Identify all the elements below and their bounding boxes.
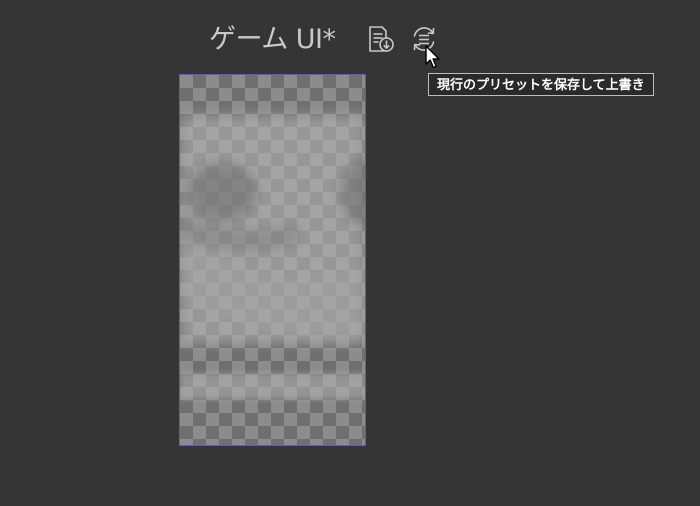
overwrite-preset-button[interactable]	[408, 23, 440, 55]
preset-editor-panel: ゲーム UI* 現行のプリセットを保存して上書き	[0, 0, 700, 506]
preview-canvas[interactable]	[179, 74, 366, 446]
save-preset-button[interactable]	[364, 23, 396, 55]
preset-title: ゲーム UI*	[209, 24, 336, 55]
list-refresh-icon	[413, 27, 435, 51]
tooltip: 現行のプリセットを保存して上書き	[428, 73, 654, 96]
preview-image	[180, 114, 365, 401]
document-download-icon	[369, 26, 394, 52]
